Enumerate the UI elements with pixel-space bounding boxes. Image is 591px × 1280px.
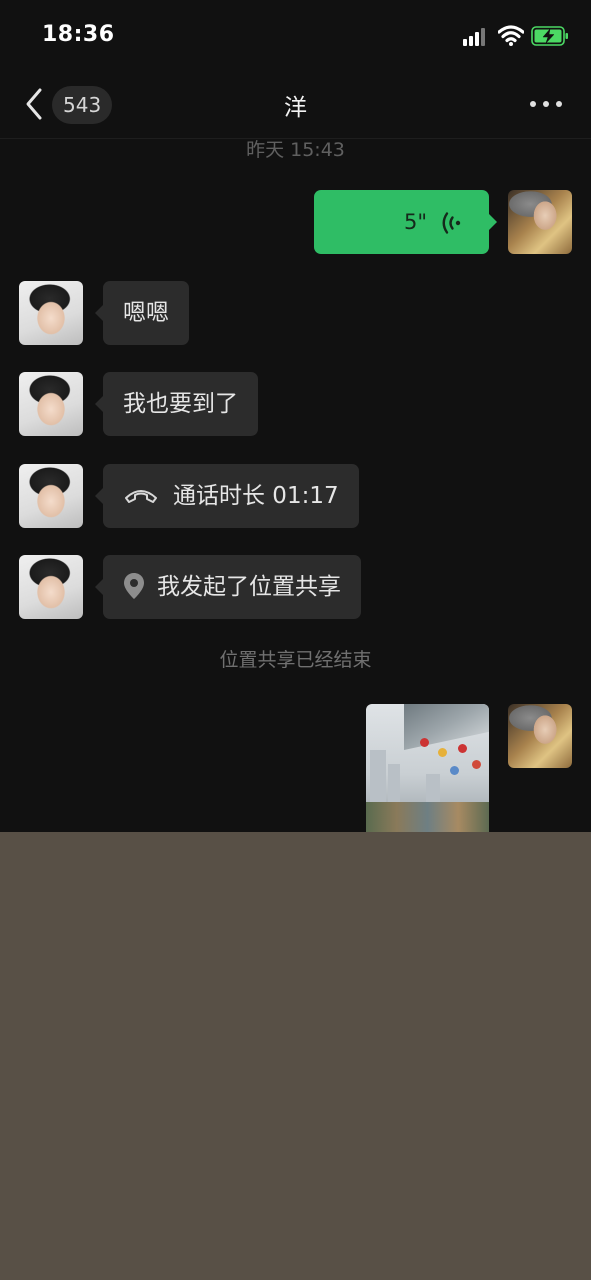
contact-avatar[interactable]: [19, 555, 83, 619]
voice-message-bubble[interactable]: 5": [314, 190, 497, 254]
cellular-signal-icon: [463, 26, 491, 46]
contact-avatar[interactable]: [19, 281, 83, 345]
call-duration-text: 通话时长 01:17: [173, 483, 339, 509]
chat-header: 543 洋: [0, 72, 591, 139]
battery-charging-icon: [531, 26, 568, 46]
more-button[interactable]: [528, 94, 564, 114]
blank-area: [0, 832, 591, 1280]
location-share-text: 我发起了位置共享: [157, 574, 341, 600]
text-message-bubble[interactable]: 嗯嗯: [95, 281, 189, 345]
image-message[interactable]: [366, 704, 489, 832]
contact-avatar[interactable]: [19, 464, 83, 528]
voice-duration: 5": [403, 210, 427, 234]
message-text: 我也要到了: [123, 391, 238, 417]
status-bar: 18:36: [0, 0, 591, 72]
system-message: 位置共享已经结束: [219, 649, 372, 671]
voice-wave-icon: [442, 212, 461, 234]
my-avatar[interactable]: [508, 704, 572, 768]
call-record-bubble[interactable]: 通话时长 01:17: [95, 464, 359, 528]
location-pin-icon: [124, 572, 144, 599]
wifi-icon: [498, 25, 524, 46]
my-avatar[interactable]: [508, 190, 572, 254]
message-text: 嗯嗯: [123, 300, 169, 326]
message-timestamp: 昨天 15:43: [246, 139, 345, 161]
chat-title: 洋: [284, 95, 307, 121]
phone-hangup-icon: [125, 489, 157, 503]
more-dots-icon: [530, 101, 536, 107]
location-share-bubble[interactable]: 我发起了位置共享: [95, 555, 361, 619]
contact-avatar[interactable]: [19, 372, 83, 436]
status-time: 18:36: [42, 22, 115, 47]
text-message-bubble[interactable]: 我也要到了: [95, 372, 258, 436]
